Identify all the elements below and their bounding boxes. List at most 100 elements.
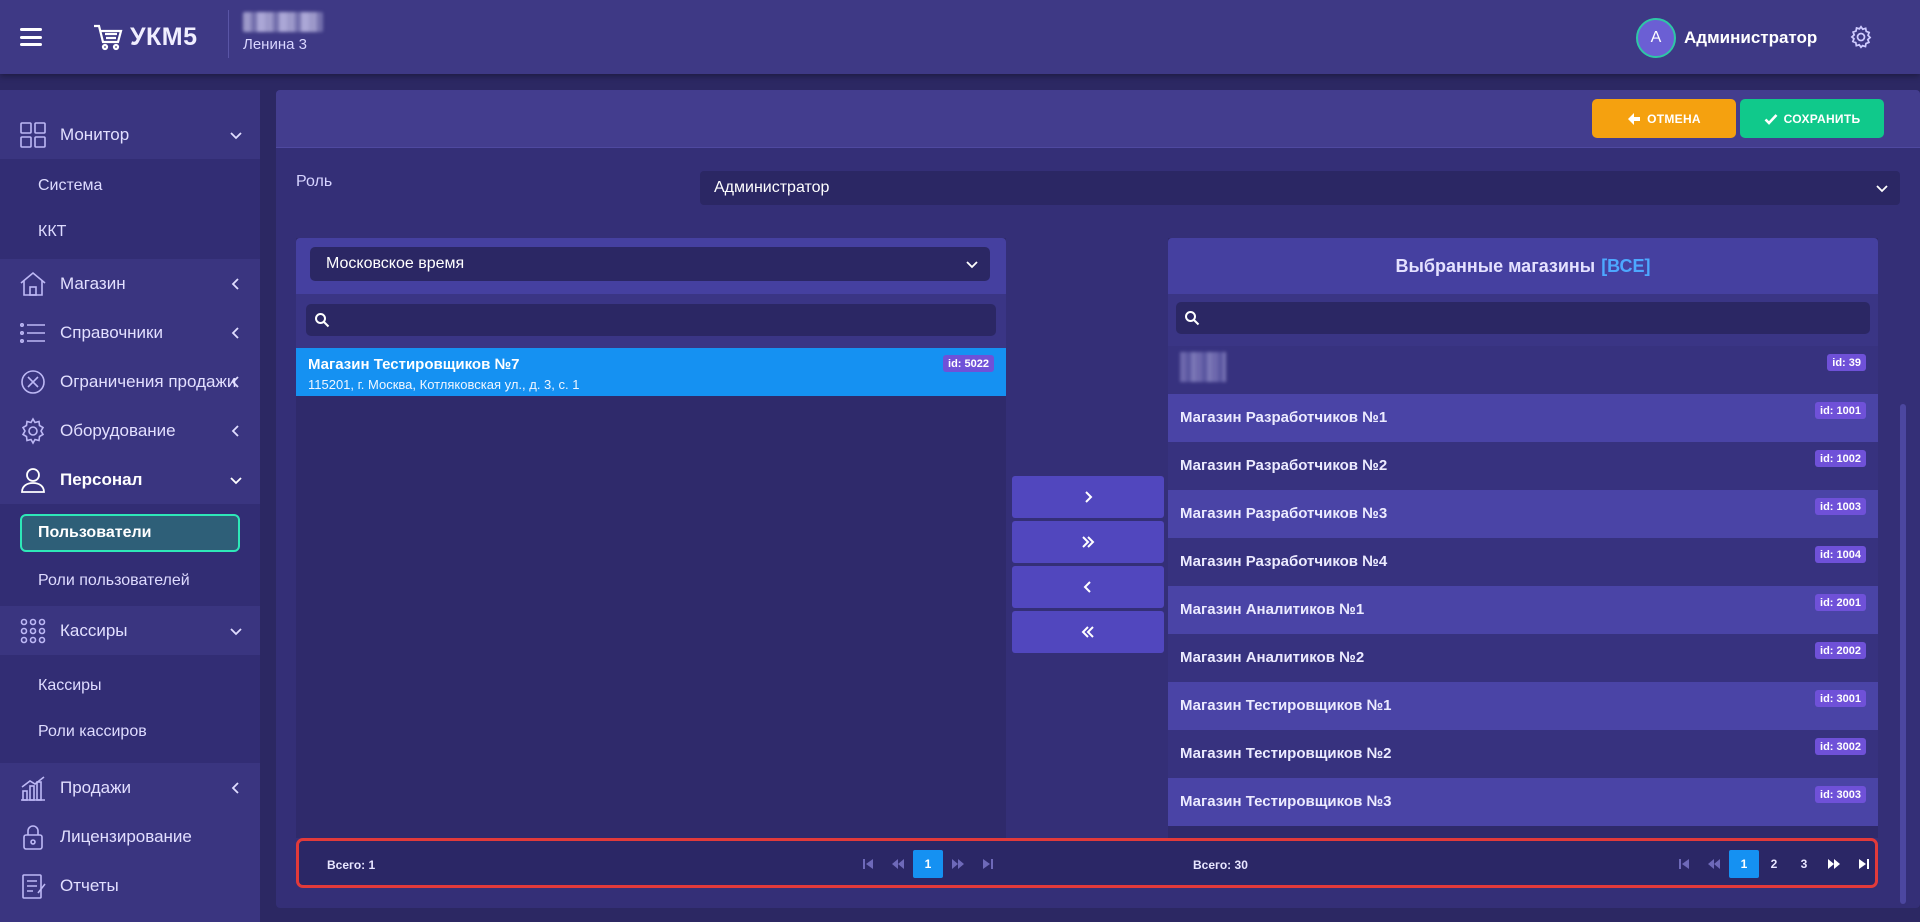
store-name: Магазин Тестировщиков №2: [1180, 745, 1392, 762]
page-button-1[interactable]: 1: [1729, 850, 1759, 878]
list-item[interactable]: Магазин Тестировщиков №7 id: 5022 115201…: [296, 348, 1006, 396]
chevron-down-icon: [1876, 185, 1888, 193]
hamburger-menu-icon[interactable]: [20, 28, 42, 46]
selected-stores-search-input[interactable]: [1206, 302, 1864, 334]
available-pagination: 1: [853, 850, 1003, 878]
cashiers-icon: [20, 618, 46, 643]
page-button-1[interactable]: 1: [913, 850, 943, 878]
page-scrollbar[interactable]: [1900, 404, 1906, 904]
available-total-count: Всего: 1: [327, 858, 376, 872]
sidebar-item-label: Кассиры: [60, 620, 128, 640]
first-page-button[interactable]: [853, 850, 883, 878]
page-button-2[interactable]: 2: [1759, 850, 1789, 878]
main-card: ОТМЕНА СОХРАНИТЬ Роль Администратор Моск…: [276, 90, 1920, 908]
monitor-submenu: Система ККТ: [0, 159, 260, 259]
move-selected-right-button[interactable]: [1012, 476, 1164, 518]
sidebar-subitem-cashiers[interactable]: Кассиры: [0, 663, 260, 709]
sidebar-item-store[interactable]: Магазин: [0, 259, 260, 308]
selected-total-count: Всего: 30: [1193, 858, 1248, 872]
available-stores-search: [306, 304, 996, 336]
top-header: УКМ5 Ленина 3 A Администратор: [0, 0, 1920, 74]
list-item[interactable]: Магазин Аналитиков №2 id: 2002: [1168, 634, 1878, 682]
user-menu[interactable]: A Администратор: [1636, 18, 1817, 58]
sidebar-subitem-kkt[interactable]: ККТ: [0, 209, 260, 255]
fast-forward-icon: [952, 859, 964, 869]
store-name: Магазин Тестировщиков №3: [1180, 793, 1392, 810]
move-selected-left-button[interactable]: [1012, 566, 1164, 608]
store-id-badge: id: 1001: [1815, 402, 1866, 419]
sidebar-item-label: Персонал: [60, 469, 143, 489]
last-page-icon: [983, 859, 993, 869]
available-search-row: [296, 294, 1006, 348]
store-id-badge: id: 2001: [1815, 594, 1866, 611]
chevron-down-icon: [966, 261, 978, 269]
sidebar-subitem-cashier-roles[interactable]: Роли кассиров: [0, 709, 260, 755]
chevron-left-icon: [231, 277, 239, 290]
list-item[interactable]: Магазин Тестировщиков №2 id: 3002: [1168, 730, 1878, 778]
timezone-select[interactable]: Московское время: [310, 247, 990, 281]
gear-icon[interactable]: [1848, 24, 1874, 50]
store-name: Магазин Тестировщиков №7: [308, 356, 520, 373]
sidebar-subitem-users[interactable]: Пользователи: [20, 514, 240, 552]
double-chevron-right-icon: [1082, 536, 1095, 548]
monitor-icon: [20, 121, 46, 148]
prev-page-button[interactable]: [1699, 850, 1729, 878]
role-select[interactable]: Администратор: [700, 171, 1900, 205]
last-page-button[interactable]: [973, 850, 1003, 878]
selected-stores-title: Выбранные магазины: [1395, 255, 1596, 276]
move-all-right-button[interactable]: [1012, 521, 1164, 563]
store-code-blurred: [243, 12, 323, 32]
last-page-button[interactable]: [1849, 850, 1879, 878]
chevron-down-icon: [230, 627, 242, 635]
list-item[interactable]: Магазин Тестировщиков №3 id: 3003: [1168, 778, 1878, 826]
check-icon: [1764, 113, 1778, 125]
store-id-badge: id: 3001: [1815, 690, 1866, 707]
store-name: Магазин Разработчиков №1: [1180, 409, 1388, 426]
next-page-button[interactable]: [1819, 850, 1849, 878]
list-item[interactable]: Магазин Разработчиков №3 id: 1003: [1168, 490, 1878, 538]
sidebar-subitem-system[interactable]: Система: [0, 163, 260, 209]
first-page-icon: [863, 859, 873, 869]
list-item[interactable]: Магазин Тестировщиков №1 id: 3001: [1168, 682, 1878, 730]
rewind-icon: [892, 859, 904, 869]
list-item[interactable]: Магазин Разработчиков №1 id: 1001: [1168, 394, 1878, 442]
action-toolbar: ОТМЕНА СОХРАНИТЬ: [276, 90, 1920, 148]
store-name: Магазин Разработчиков №4: [1180, 553, 1388, 570]
role-select-value: Администратор: [714, 179, 830, 196]
list-icon: [19, 322, 45, 343]
app-logo[interactable]: УКМ5: [92, 20, 198, 54]
list-item[interactable]: Магазин Разработчиков №2 id: 1002: [1168, 442, 1878, 490]
next-page-button[interactable]: [943, 850, 973, 878]
chevron-right-icon: [1085, 491, 1093, 503]
list-item[interactable]: Магазин Аналитиков №1 id: 2001: [1168, 586, 1878, 634]
store-id-badge: id: 1002: [1815, 450, 1866, 467]
select-all-link[interactable]: [ВСЕ]: [1601, 256, 1650, 277]
sidebar-item-reports[interactable]: Отчеты: [0, 861, 260, 910]
available-stores-search-input[interactable]: [336, 304, 990, 336]
first-page-button[interactable]: [1669, 850, 1699, 878]
sidebar-item-label: Ограничения продажи: [60, 371, 237, 391]
sidebar-item-label: Монитор: [60, 124, 130, 144]
pagination-footer: Всего: 1 1 Всего: 30 1 2 3: [296, 838, 1878, 888]
lock-icon: [23, 824, 43, 850]
list-item[interactable]: Магазин Разработчиков №4 id: 1004: [1168, 538, 1878, 586]
sidebar-item-monitor[interactable]: Монитор: [0, 110, 260, 159]
sidebar-subitem-user-roles[interactable]: Роли пользователей: [0, 558, 260, 604]
cancel-button[interactable]: ОТМЕНА: [1592, 99, 1736, 138]
sidebar-item-equipment[interactable]: Оборудование: [0, 406, 260, 455]
move-all-left-button[interactable]: [1012, 611, 1164, 653]
sidebar-item-directories[interactable]: Справочники: [0, 308, 260, 357]
sidebar-item-sale-restrictions[interactable]: Ограничения продажи: [0, 357, 260, 406]
page-button-3[interactable]: 3: [1789, 850, 1819, 878]
store-selector[interactable]: Ленина 3: [228, 10, 323, 58]
sidebar-item-personnel[interactable]: Персонал: [0, 455, 260, 504]
store-name: Ленина 3: [243, 36, 307, 53]
store-id-badge: id: 3002: [1815, 738, 1866, 755]
sidebar-item-licensing[interactable]: Лицензирование: [0, 812, 260, 861]
chevron-left-icon: [231, 375, 239, 388]
prev-page-button[interactable]: [883, 850, 913, 878]
save-button[interactable]: СОХРАНИТЬ: [1740, 99, 1884, 138]
sidebar-item-cashiers[interactable]: Кассиры: [0, 606, 260, 655]
list-item[interactable]: id: 39: [1168, 346, 1878, 394]
sidebar-item-sales[interactable]: Продажи: [0, 763, 260, 812]
